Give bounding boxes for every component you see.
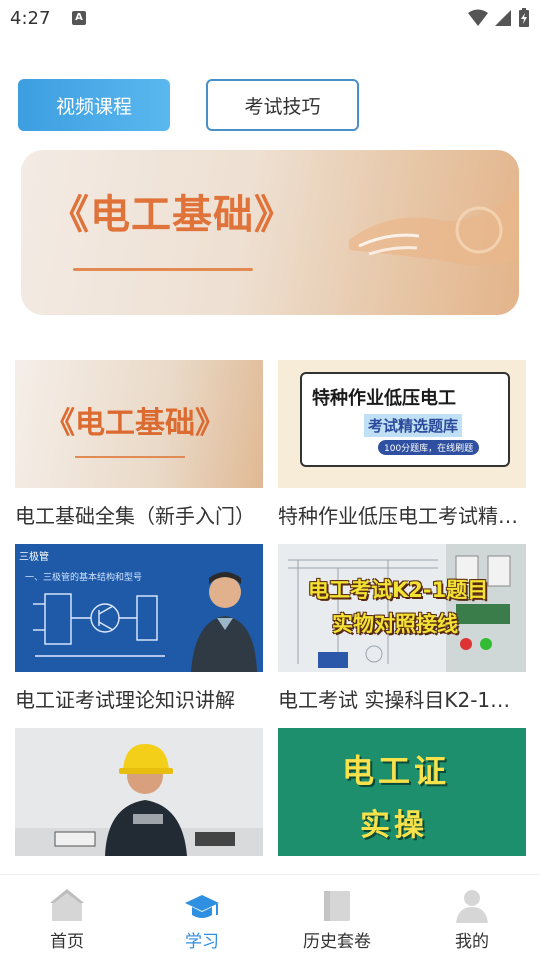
battery-icon bbox=[519, 8, 529, 27]
status-bar: 4:27 A bbox=[0, 0, 540, 36]
course-thumbnail: 电工证 实操 bbox=[278, 728, 526, 856]
course-banner[interactable]: 《电工基础》 bbox=[21, 150, 519, 315]
course-card[interactable]: 《电工基础》 电工基础全集（新手入门） bbox=[15, 360, 263, 529]
notification-a-icon: A bbox=[72, 11, 86, 25]
course-card[interactable]: 电工证 实操 低压电工实操项目 bbox=[278, 728, 526, 897]
course-title: 电工证考试理论知识讲解 bbox=[15, 688, 235, 712]
course-thumbnail: 特种作业低压电工 考试精选题库 100分题库，在线刷题 bbox=[278, 360, 526, 488]
thumb-text: 一、三极管的基本结构和型号 bbox=[25, 573, 143, 583]
thumb-text: 实操 bbox=[360, 808, 428, 843]
course-title: 特种作业低压电工考试精选题库 bbox=[278, 504, 526, 528]
course-card[interactable]: 低压电工作业实操接线 bbox=[15, 728, 263, 897]
thumb-text: 电工考试K2-1题目 bbox=[308, 578, 489, 602]
user-icon bbox=[456, 890, 488, 923]
course-thumbnail bbox=[15, 728, 263, 856]
thumb-text: 实物对照接线 bbox=[332, 612, 458, 636]
signal-icon bbox=[495, 10, 511, 26]
banner-title: 《电工基础》 bbox=[49, 192, 295, 238]
thumb-text: 考试精选题库 bbox=[364, 414, 463, 437]
nav-label: 首页 bbox=[50, 932, 84, 952]
thumb-underline bbox=[75, 456, 185, 458]
thumb-text: 三极管 bbox=[19, 552, 49, 563]
home-icon bbox=[50, 889, 84, 921]
graduation-cap-icon bbox=[185, 895, 219, 918]
thumb-text: 特种作业低压电工 bbox=[312, 388, 456, 409]
course-title: 电工考试 实操科目K2-1题目 bbox=[278, 688, 526, 712]
nav-history-papers[interactable]: 历史套卷 bbox=[287, 887, 387, 952]
system-icons bbox=[468, 8, 530, 28]
course-thumbnail: 三极管 一、三极管的基本结构和型号 bbox=[15, 544, 263, 672]
nav-label: 学习 bbox=[185, 932, 219, 952]
worker-image bbox=[15, 744, 263, 856]
status-time: 4:27 bbox=[10, 8, 51, 29]
nav-label: 历史套卷 bbox=[303, 932, 371, 952]
course-card[interactable]: 电工考试K2-1题目 实物对照接线 电工考试 实操科目K2-1题目 bbox=[278, 544, 526, 713]
course-card[interactable]: 特种作业低压电工 考试精选题库 100分题库，在线刷题 特种作业低压电工考试精选… bbox=[278, 360, 526, 529]
course-card[interactable]: 三极管 一、三极管的基本结构和型号 电工证考试理论知识讲解 bbox=[15, 544, 263, 713]
thumb-text: 《电工基础》 bbox=[45, 406, 225, 441]
bottom-navigation: 首页 学习 历史套卷 我的 bbox=[0, 874, 540, 960]
banner-underline bbox=[73, 268, 253, 271]
circuit-diagram-icon bbox=[33, 593, 165, 657]
nav-study[interactable]: 学习 bbox=[152, 887, 252, 952]
lecturer-image bbox=[191, 572, 257, 672]
tab-video-courses[interactable]: 视频课程 bbox=[18, 79, 170, 131]
nav-mine[interactable]: 我的 bbox=[422, 887, 522, 952]
book-icon bbox=[324, 891, 350, 921]
thumb-paper: 特种作业低压电工 考试精选题库 100分题库，在线刷题 bbox=[300, 372, 510, 467]
robot-hand-icon bbox=[349, 190, 519, 265]
thumb-text: 电工证 bbox=[342, 752, 451, 790]
course-title: 电工基础全集（新手入门） bbox=[15, 504, 255, 528]
course-thumbnail: 《电工基础》 bbox=[15, 360, 263, 488]
nav-home[interactable]: 首页 bbox=[17, 887, 117, 952]
nav-label: 我的 bbox=[455, 932, 489, 952]
course-thumbnail: 电工考试K2-1题目 实物对照接线 bbox=[278, 544, 526, 672]
tab-exam-tips[interactable]: 考试技巧 bbox=[206, 79, 359, 131]
wifi-icon bbox=[468, 9, 488, 26]
thumb-text: 100分题库，在线刷题 bbox=[378, 440, 480, 455]
